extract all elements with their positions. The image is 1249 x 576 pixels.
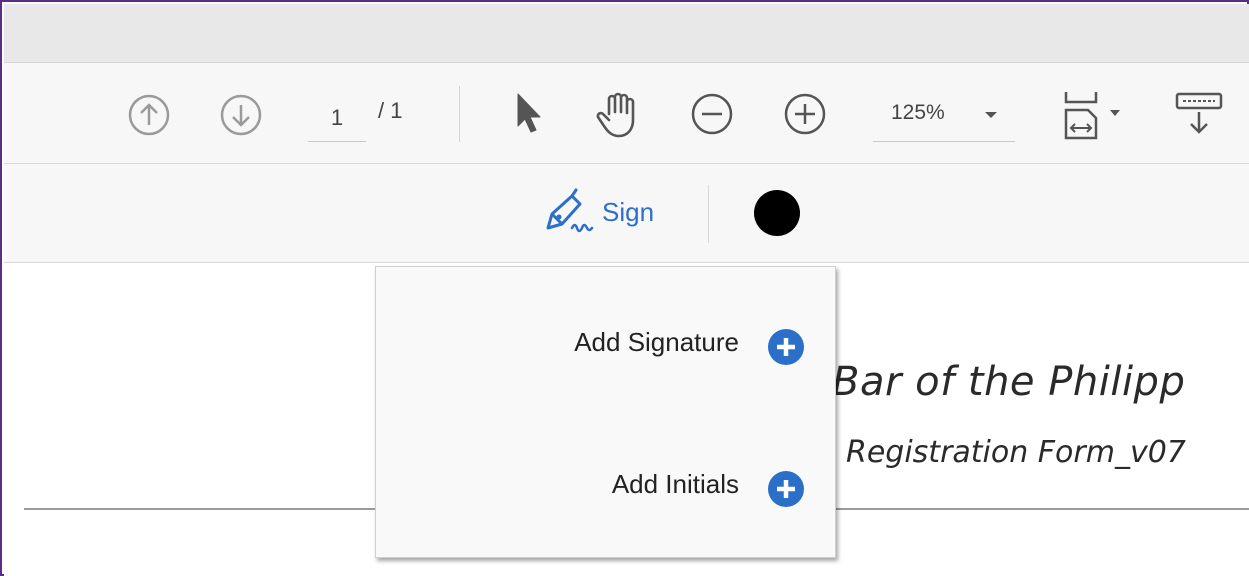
zoom-in-icon[interactable] — [782, 91, 828, 137]
add-initials-item[interactable]: Add Initials — [376, 449, 835, 519]
zoom-value: 125% — [891, 101, 945, 124]
document-subtitle: Registration Form_v07 — [846, 435, 1186, 470]
add-circle-icon[interactable] — [767, 470, 805, 508]
add-initials-label: Add Initials — [611, 469, 739, 499]
chevron-down-icon — [985, 112, 997, 118]
ink-color-button[interactable] — [754, 190, 800, 236]
signbar-divider — [708, 185, 709, 243]
toolbar-divider — [459, 86, 460, 142]
select-cursor-icon[interactable] — [512, 90, 546, 136]
add-signature-label: Add Signature — [574, 327, 739, 357]
sign-button-label[interactable]: Sign — [602, 197, 654, 228]
scroll-mode-icon[interactable] — [1174, 90, 1224, 136]
zoom-select[interactable]: 125% — [873, 90, 1015, 142]
fit-page-icon[interactable] — [1062, 88, 1130, 142]
page-number-input[interactable] — [308, 94, 366, 142]
title-bar — [4, 4, 1249, 63]
hand-tool-icon[interactable] — [595, 88, 643, 140]
next-page-icon[interactable] — [218, 92, 264, 138]
add-signature-item[interactable]: Add Signature — [376, 307, 835, 377]
sign-menu: Add Signature Add Initials — [375, 266, 836, 558]
app-window: / 1 125% — [0, 0, 1249, 576]
page-total: / 1 — [378, 98, 403, 123]
document-title: Bar of the Philipp — [832, 359, 1186, 405]
previous-page-icon[interactable] — [126, 92, 172, 138]
sign-pen-icon[interactable] — [542, 188, 598, 236]
add-circle-icon[interactable] — [767, 328, 805, 366]
zoom-out-icon[interactable] — [689, 91, 735, 137]
